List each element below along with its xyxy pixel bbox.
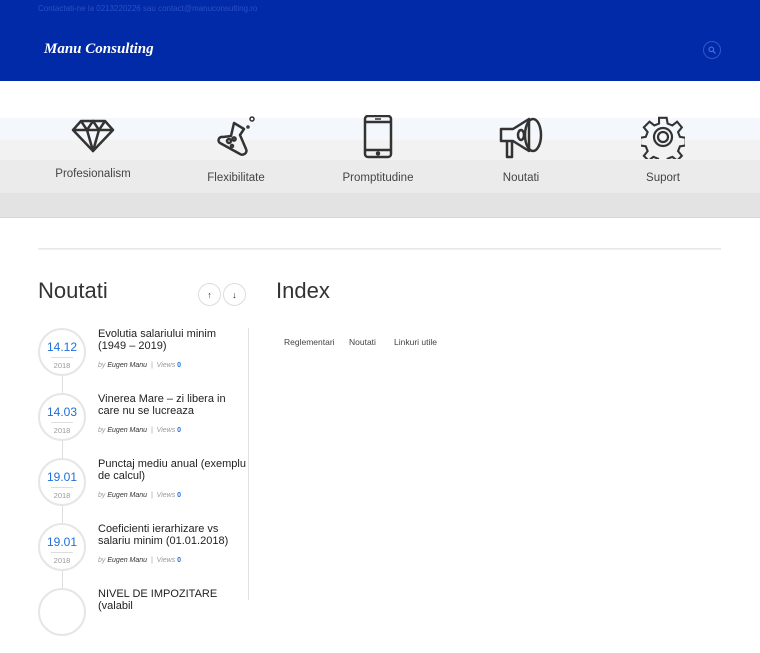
feature-profesionalism[interactable]: Profesionalism [23,118,163,180]
author-link[interactable]: Eugen Manu [107,427,147,434]
author-link[interactable]: Eugen Manu [107,492,147,499]
site-header: Contactati-ne la 0213220226 sau contact@… [0,0,760,81]
news-title[interactable]: NIVEL DE IMPOZITARE (valabil [98,588,246,612]
date-day: 14.03 [46,405,78,419]
column-divider [248,328,249,600]
news-heading: Noutati [38,278,108,303]
diamond-icon [71,119,115,153]
date-year: 2018 [51,552,73,565]
date-day: 14.12 [46,340,78,354]
date-year: 2018 [51,357,73,370]
date-badge [38,588,86,636]
news-item[interactable]: NIVEL DE IMPOZITARE (valabil [38,588,248,653]
date-year: 2018 [51,422,73,435]
news-meta: by Eugen Manu | Views 0 [98,362,182,369]
news-title[interactable]: Vinerea Mare – zi libera in care nu se l… [98,393,246,417]
news-meta: by Eugen Manu | Views 0 [98,427,182,434]
date-day: 19.01 [46,535,78,549]
logo[interactable]: Manu Consulting [44,41,154,58]
news-meta: by Eugen Manu | Views 0 [98,492,182,499]
author-link[interactable]: Eugen Manu [107,362,147,369]
news-title[interactable]: Punctaj mediu anual (exemplu de calcul) [98,458,246,482]
arrow-up-icon: ↑ [207,289,212,300]
news-title[interactable]: Evolutia salariului minim (1949 – 2019) [98,328,246,352]
search-button[interactable] [703,41,721,59]
feature-label: Promptitudine [342,172,414,184]
views-count: 0 [177,362,182,369]
date-badge: 14.12 2018 [38,328,86,376]
tab-noutati[interactable]: Noutati [349,337,376,347]
feature-promptitudine[interactable]: Promptitudine [308,115,448,184]
views-count: 0 [177,557,182,564]
date-day: 19.01 [46,470,78,484]
features-band: Profesionalism Flexibilitate Promptitudi… [0,115,760,218]
feature-label: Suport [646,172,680,184]
feature-label: Flexibilitate [207,172,265,184]
flask-icon [217,116,255,156]
news-meta: by Eugen Manu | Views 0 [98,557,182,564]
search-icon [708,46,716,54]
date-badge: 19.01 2018 [38,523,86,571]
tab-reglementari[interactable]: Reglementari [284,337,335,347]
megaphone-icon [499,117,543,159]
author-link[interactable]: Eugen Manu [107,557,147,564]
date-badge: 19.01 2018 [38,458,86,506]
date-badge: 14.03 2018 [38,393,86,441]
date-year: 2018 [51,487,73,500]
news-item[interactable]: 14.03 2018 Vinerea Mare – zi libera in ca… [38,393,248,458]
index-heading: Index [276,278,330,303]
divider [38,248,721,250]
news-item[interactable]: 19.01 2018 Punctaj mediu anual (exemplu d… [38,458,248,523]
news-item[interactable]: 14.12 2018 Evolutia salariului minim (194… [38,328,248,393]
arrow-down-icon: ↓ [232,289,237,300]
scroll-up-button[interactable]: ↑ [198,283,221,306]
views-count: 0 [177,427,182,434]
feature-suport[interactable]: Suport [593,116,733,184]
scroll-down-button[interactable]: ↓ [223,283,246,306]
feature-flexibilitate[interactable]: Flexibilitate [166,116,306,184]
news-item[interactable]: 19.01 2018 Coeficienti ierarhizare vs sal… [38,523,248,588]
feature-label: Profesionalism [55,168,131,180]
smartphone-icon [363,115,393,159]
tab-linkuri-utile[interactable]: Linkuri utile [394,337,437,347]
contact-info: Contactati-ne la 0213220226 sau contact@… [38,4,258,13]
views-count: 0 [177,492,182,499]
news-title[interactable]: Coeficienti ierarhizare vs salariu minim… [98,523,246,547]
feature-noutati[interactable]: Noutati [451,117,591,184]
gear-icon [641,116,685,159]
feature-label: Noutati [502,172,540,184]
